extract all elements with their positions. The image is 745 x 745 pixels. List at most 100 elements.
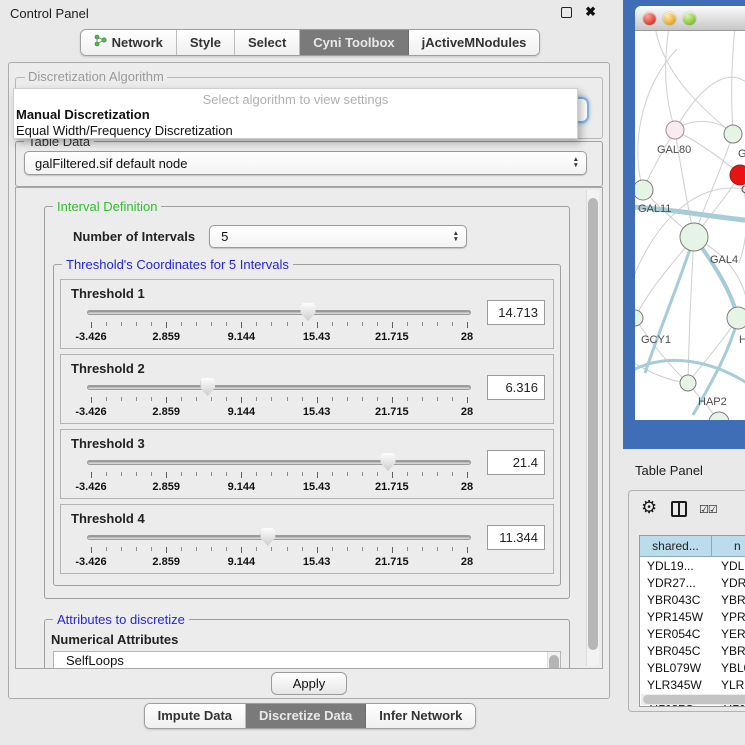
slider-tick-label: 15.43 [303,406,331,418]
table-row[interactable]: YPR145WYPR1 [640,608,745,625]
tab-discretize-data[interactable]: Discretize Data [246,704,366,728]
threshold-value-field[interactable]: 6.316 [487,375,545,400]
cell-name[interactable]: YBL0 [712,661,745,675]
apply-button[interactable]: Apply [271,672,347,695]
cell-name[interactable]: YLR3 [712,678,745,692]
table-row[interactable]: YBR045CYBR0 [640,642,745,659]
slider-track[interactable] [87,385,471,390]
node-gcy1[interactable] [635,310,643,326]
settings-scroll-area: Interval Definition Number of Intervals … [15,187,603,669]
right-column: GAL80GACGAL11GAL4GCY1HHAP2 Table Panel ⚙… [620,0,745,745]
tab-select[interactable]: Select [235,30,300,55]
slider-track[interactable] [87,460,471,465]
slider-thumb[interactable] [260,528,275,546]
attributes-scrollbar[interactable] [547,652,560,669]
tab-style[interactable]: Style [177,30,235,55]
cell-name[interactable]: YER0 [712,627,745,641]
node-label: GAL4 [710,254,738,266]
close-traffic-light-icon[interactable] [643,12,656,25]
threshold-value-field[interactable]: 21.4 [487,450,545,475]
table-data-combobox[interactable]: galFiltered.sif default node ▲▼ [24,151,587,175]
table-row[interactable]: YDL19...YDL1 [640,557,745,574]
num-intervals-spinner[interactable]: 5 ▲▼ [209,225,467,248]
cell-shared-name[interactable]: YLR345W [640,678,712,692]
threshold-slider[interactable]: -3.4262.8599.14415.4321.71528 [91,304,467,346]
cell-name[interactable]: YDL1 [712,559,745,573]
node-gal80[interactable] [666,121,684,139]
numerical-attributes-list[interactable]: SelfLoopsTopologicalCoefficientBetweenne… [53,651,561,669]
node-table[interactable]: shared... n YDL19...YDL1YDR27...YDR2YBR0… [639,535,745,707]
slider-tick-label: -3.426 [75,331,106,343]
cell-name[interactable]: YDR2 [712,576,745,590]
slider-track[interactable] [87,310,471,315]
checked-columns-icon[interactable]: ☑☑ [699,503,717,516]
algorithm-option[interactable]: Equal Width/Frequency Discretization [14,123,577,139]
attributes-group: Attributes to discretize Numerical Attri… [44,619,570,669]
cell-shared-name[interactable]: YBL079W [640,661,712,675]
tab-cyni-toolbox[interactable]: Cyni Toolbox [300,30,408,55]
table-row[interactable]: YBL079WYBL0 [640,659,745,676]
num-intervals-label: Number of Intervals [73,229,195,244]
threshold-value-field[interactable]: 14.713 [487,300,545,325]
split-columns-icon[interactable] [671,501,687,517]
table-data-value: galFiltered.sif default node [35,156,187,171]
network-canvas[interactable]: GAL80GACGAL11GAL4GCY1HHAP2 [635,31,745,420]
slider-tick-label: 2.859 [152,406,180,418]
cell-name[interactable]: YBR0 [712,644,745,658]
column-header-shared-name[interactable]: shared... [640,536,712,557]
tab-network[interactable]: Network [81,30,177,55]
tab-impute-data[interactable]: Impute Data [145,704,246,728]
table-row[interactable]: YLR345WYLR3 [640,676,745,693]
table-row[interactable]: YBR043CYBR0 [640,591,745,608]
node-hap2[interactable] [680,375,696,391]
slider-thumb[interactable] [381,453,396,471]
close-icon[interactable]: ✖ [585,4,596,20]
cell-shared-name[interactable]: YDR27... [640,576,712,590]
threshold-slider[interactable]: -3.4262.8599.14415.4321.71528 [91,454,467,496]
table-horizontal-scrollbar[interactable] [641,694,745,705]
slider-thumb[interactable] [200,378,215,396]
slider-tick-label: 15.43 [303,556,331,568]
node-gal4[interactable] [680,223,708,251]
node-gal11[interactable] [635,180,653,200]
table-row[interactable]: YDR27...YDR2 [640,574,745,591]
tab-infer-network[interactable]: Infer Network [366,704,475,728]
tab-label: Network [112,35,163,50]
control-panel-titlebar: Control Panel ✖ [0,0,620,26]
minimize-traffic-light-icon[interactable] [663,12,676,25]
float-window-icon[interactable] [561,7,572,18]
settings-vertical-scrollbar[interactable] [586,190,599,666]
control-panel: Control Panel ✖ Network Style SelectCyni T… [0,0,620,745]
tab-label: Discretize Data [259,708,352,723]
node-ga[interactable] [724,125,742,143]
cell-shared-name[interactable]: YBR045C [640,644,712,658]
slider-thumb[interactable] [301,303,316,321]
cell-shared-name[interactable]: YDL19... [640,559,712,573]
cell-name[interactable]: YBR0 [712,593,745,607]
slider-track[interactable] [87,535,471,540]
cell-shared-name[interactable]: YPR145W [640,610,712,624]
node[interactable] [709,412,729,420]
threshold-value-field[interactable]: 11.344 [487,525,545,550]
cell-shared-name[interactable]: YBR043C [640,593,712,607]
numerical-attributes-label: Numerical Attributes [51,632,569,647]
algorithm-option[interactable]: Manual Discretization [14,107,577,123]
table-row[interactable]: YER054CYER0 [640,625,745,642]
tab-jactivemnodules[interactable]: jActiveMNodules [409,30,540,55]
network-window: GAL80GACGAL11GAL4GCY1HHAP2 [623,0,745,449]
tab-label: Style [190,35,221,50]
slider-tick-label: -3.426 [75,406,106,418]
cell-shared-name[interactable]: YER054C [640,627,712,641]
attribute-list-item[interactable]: SelfLoops [54,652,560,669]
column-header-name[interactable]: n [712,536,745,557]
threshold-slider[interactable]: -3.4262.8599.14415.4321.71528 [91,379,467,421]
node-h[interactable] [727,307,745,329]
threshold-slider[interactable]: -3.4262.8599.14415.4321.71528 [91,529,467,571]
threshold-label: Threshold 3 [71,436,145,451]
node-c[interactable] [730,165,745,185]
algorithm-placeholder: Select algorithm to view settings [14,89,577,107]
cell-name[interactable]: YPR1 [712,610,745,624]
interval-definition-group: Interval Definition Number of Intervals … [44,206,570,599]
gear-icon[interactable]: ⚙ [641,497,657,518]
zoom-traffic-light-icon[interactable] [683,12,696,25]
